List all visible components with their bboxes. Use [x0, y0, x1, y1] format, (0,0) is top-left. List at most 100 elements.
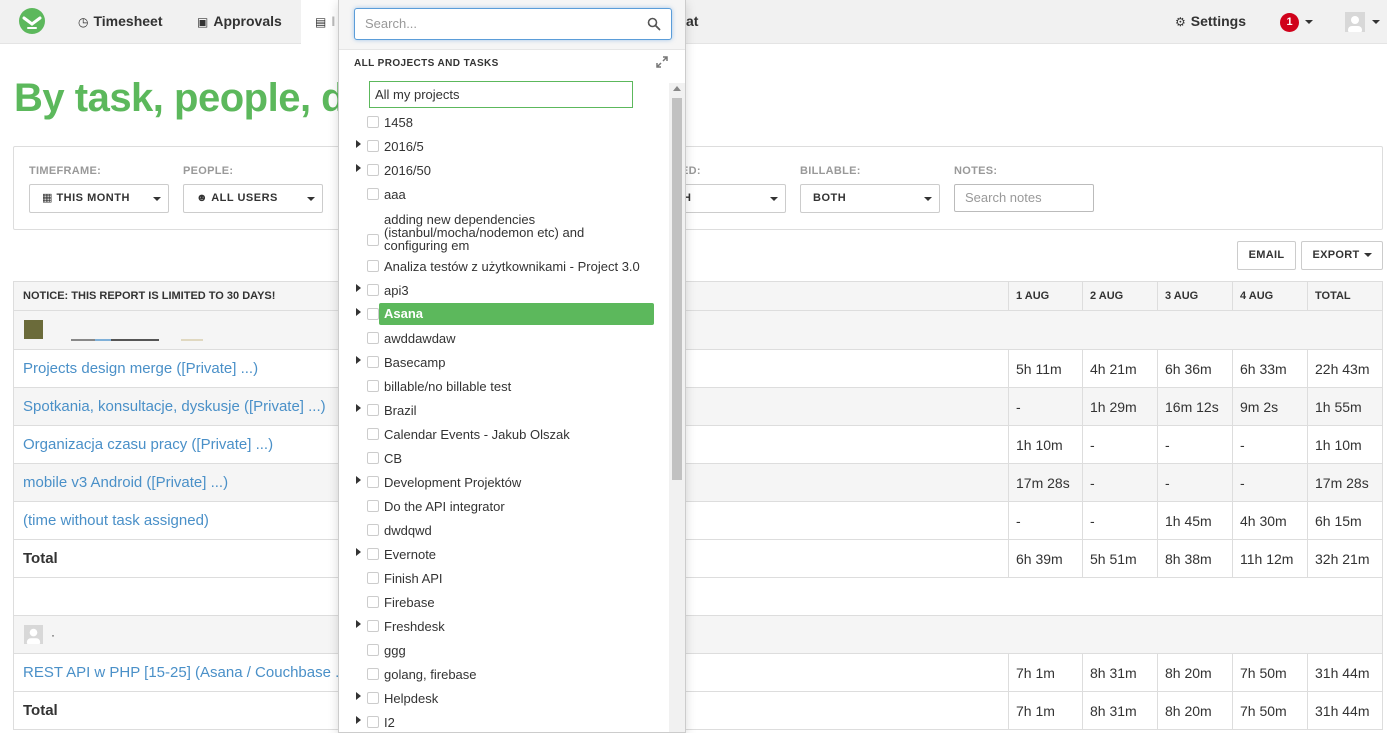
- project-option[interactable]: Asana: [339, 302, 669, 326]
- project-checkbox[interactable]: [367, 452, 379, 464]
- project-option[interactable]: ggg: [339, 638, 669, 662]
- table-row: Organizacja czasu pracy ([Private] ...) 1…: [13, 426, 1383, 464]
- expand-arrow-icon[interactable]: [356, 548, 361, 556]
- project-option[interactable]: 2016/50: [339, 158, 669, 182]
- project-checkbox[interactable]: [367, 476, 379, 488]
- project-option[interactable]: Finish API: [339, 566, 669, 590]
- project-option[interactable]: Basecamp: [339, 350, 669, 374]
- chevron-down-icon[interactable]: [1372, 20, 1380, 24]
- notes-search-input[interactable]: Search notes: [954, 184, 1094, 212]
- project-option[interactable]: dwdqwd: [339, 518, 669, 542]
- nav-approvals[interactable]: ▣ Approvals: [197, 0, 282, 44]
- export-button[interactable]: EXPORT: [1301, 241, 1383, 270]
- project-option[interactable]: aaa: [339, 182, 669, 206]
- email-button[interactable]: EMAIL: [1237, 241, 1296, 270]
- project-option[interactable]: golang, firebase: [339, 662, 669, 686]
- nav-reports[interactable]: ▤ I: [301, 0, 339, 44]
- project-option[interactable]: Brazil: [339, 398, 669, 422]
- expand-arrow-icon[interactable]: [356, 476, 361, 484]
- project-checkbox[interactable]: [367, 188, 379, 200]
- project-option[interactable]: CB: [339, 446, 669, 470]
- user-avatar-icon[interactable]: [1345, 12, 1365, 32]
- project-option[interactable]: Do the API integrator: [339, 494, 669, 518]
- expand-arrow-icon[interactable]: [356, 692, 361, 700]
- expand-icon[interactable]: [655, 55, 669, 69]
- expand-arrow-icon[interactable]: [356, 404, 361, 412]
- project-checkbox[interactable]: [367, 524, 379, 536]
- expand-arrow-icon[interactable]: [356, 356, 361, 364]
- project-checkbox[interactable]: [367, 548, 379, 560]
- expand-arrow-icon[interactable]: [356, 140, 361, 148]
- time-cell: 6h 33m: [1232, 350, 1307, 387]
- project-checkbox[interactable]: [367, 284, 379, 296]
- project-option[interactable]: Helpdesk: [339, 686, 669, 710]
- notifications-button[interactable]: 1: [1280, 0, 1313, 44]
- expand-arrow-icon[interactable]: [356, 164, 361, 172]
- project-checkbox[interactable]: [367, 596, 379, 608]
- project-option[interactable]: Firebase: [339, 590, 669, 614]
- gear-icon: ⚙: [1175, 15, 1186, 29]
- scrollbar-thumb[interactable]: [672, 98, 682, 480]
- project-checkbox[interactable]: [367, 380, 379, 392]
- project-checkbox[interactable]: [367, 644, 379, 656]
- chevron-down-icon: [307, 197, 315, 201]
- project-checkbox[interactable]: [367, 500, 379, 512]
- logo-icon[interactable]: [17, 6, 47, 36]
- project-checkbox[interactable]: [367, 692, 379, 704]
- expand-arrow-icon[interactable]: [356, 620, 361, 628]
- chevron-down-icon: [924, 197, 932, 201]
- project-checkbox[interactable]: [367, 308, 379, 320]
- project-checkbox[interactable]: [367, 234, 379, 246]
- billable-select[interactable]: BOTH: [800, 184, 940, 213]
- project-checkbox[interactable]: [367, 356, 379, 368]
- project-option[interactable]: I2: [339, 710, 669, 732]
- project-checkbox[interactable]: [367, 620, 379, 632]
- task-link[interactable]: mobile v3 Android ([Private] ...): [23, 464, 228, 501]
- project-option[interactable]: billable/no billable test: [339, 374, 669, 398]
- task-link[interactable]: (time without task assigned): [23, 502, 209, 539]
- project-option[interactable]: awddawdaw: [339, 326, 669, 350]
- project-option[interactable]: Calendar Events - Jakub Olszak: [339, 422, 669, 446]
- project-checkbox[interactable]: [367, 164, 379, 176]
- project-option[interactable]: 2016/5: [339, 134, 669, 158]
- project-checkbox[interactable]: [367, 572, 379, 584]
- all-my-projects-option[interactable]: All my projects: [369, 81, 633, 108]
- project-checkbox[interactable]: [367, 116, 379, 128]
- nav-settings[interactable]: ⚙ Settings: [1175, 0, 1246, 44]
- project-checkbox[interactable]: [367, 332, 379, 344]
- notes-label: NOTES:: [954, 165, 998, 177]
- project-checkbox[interactable]: [367, 428, 379, 440]
- project-option[interactable]: Evernote: [339, 542, 669, 566]
- project-label: Freshdesk: [384, 619, 445, 634]
- project-task-dropdown: Search... ALL PROJECTS AND TASKS All my …: [338, 0, 686, 733]
- nav-hidden-tab[interactable]: at: [686, 0, 698, 44]
- project-checkbox[interactable]: [367, 668, 379, 680]
- project-option[interactable]: Development Projektów: [339, 470, 669, 494]
- timeframe-select[interactable]: ▦ THIS MONTH: [29, 184, 169, 213]
- project-checkbox[interactable]: [367, 260, 379, 272]
- nav-timesheet[interactable]: ◷ Timesheet: [78, 0, 162, 44]
- project-checkbox[interactable]: [367, 404, 379, 416]
- task-link[interactable]: Organizacja czasu pracy ([Private] ...): [23, 426, 273, 463]
- avatar: [24, 320, 43, 339]
- project-option[interactable]: Analiza testów z użytkownikami - Project…: [339, 254, 669, 278]
- people-select[interactable]: ☻ ALL USERS: [183, 184, 323, 213]
- project-label: Basecamp: [384, 355, 446, 370]
- users-icon: ☻: [196, 192, 212, 204]
- task-link[interactable]: REST API w PHP [15-25] (Asana / Couchbas…: [23, 654, 348, 691]
- nav-reports-label: I: [331, 13, 336, 29]
- expand-arrow-icon[interactable]: [356, 308, 361, 316]
- project-checkbox[interactable]: [367, 140, 379, 152]
- expand-arrow-icon[interactable]: [356, 284, 361, 292]
- project-option[interactable]: api3: [339, 278, 669, 302]
- task-link[interactable]: Spotkania, konsultacje, dyskusje ([Priva…: [23, 388, 326, 425]
- project-search-input[interactable]: Search...: [354, 8, 672, 40]
- task-link[interactable]: Projects design merge ([Private] ...): [23, 350, 258, 387]
- project-option[interactable]: 1458: [339, 110, 669, 134]
- scroll-up-icon[interactable]: [673, 86, 681, 91]
- project-option[interactable]: Freshdesk: [339, 614, 669, 638]
- expand-arrow-icon[interactable]: [356, 716, 361, 724]
- project-option[interactable]: adding new dependencies (istanbul/mocha/…: [339, 206, 669, 254]
- time-cell: 5h 51m: [1082, 540, 1157, 577]
- project-checkbox[interactable]: [367, 716, 379, 728]
